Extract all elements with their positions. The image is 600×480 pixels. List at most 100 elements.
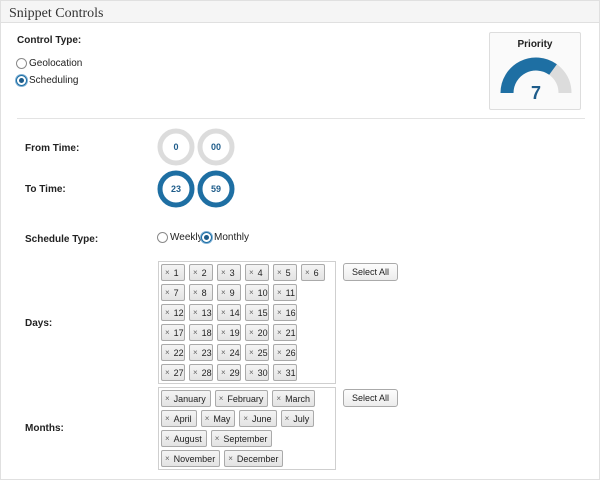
- days-chip[interactable]: × 20: [245, 324, 269, 341]
- days-select-all-button[interactable]: Select All: [343, 263, 399, 281]
- days-chip[interactable]: × 10: [245, 284, 269, 301]
- remove-icon[interactable]: ×: [277, 288, 282, 297]
- remove-icon[interactable]: ×: [249, 268, 254, 277]
- remove-icon[interactable]: ×: [193, 308, 198, 317]
- remove-icon[interactable]: ×: [165, 434, 170, 443]
- days-chip[interactable]: × 23: [189, 344, 213, 361]
- days-chip[interactable]: × 14: [217, 304, 241, 321]
- remove-icon[interactable]: ×: [249, 328, 254, 337]
- days-chip[interactable]: × 13: [189, 304, 213, 321]
- remove-icon[interactable]: ×: [165, 288, 170, 297]
- remove-icon[interactable]: ×: [165, 394, 170, 403]
- months-chip[interactable]: × August: [161, 430, 207, 447]
- geolocation-radio[interactable]: [16, 58, 27, 69]
- remove-icon[interactable]: ×: [277, 348, 282, 357]
- remove-icon[interactable]: ×: [221, 308, 226, 317]
- months-chip[interactable]: × June: [239, 410, 277, 427]
- remove-icon[interactable]: ×: [221, 328, 226, 337]
- months-chip[interactable]: × November: [161, 450, 221, 467]
- months-chip[interactable]: × September: [210, 430, 273, 447]
- remove-icon[interactable]: ×: [243, 414, 248, 423]
- days-chip[interactable]: × 3: [217, 264, 241, 281]
- remove-icon[interactable]: ×: [193, 288, 198, 297]
- months-chip[interactable]: × February: [214, 390, 269, 407]
- days-chip[interactable]: × 18: [189, 324, 213, 341]
- days-chip[interactable]: × 29: [217, 364, 241, 381]
- schedule-type-monthly[interactable]: Monthly: [201, 232, 249, 243]
- days-chip[interactable]: × 24: [217, 344, 241, 361]
- remove-icon[interactable]: ×: [228, 454, 233, 463]
- remove-icon[interactable]: ×: [221, 368, 226, 377]
- from-hour-dial[interactable]: 0: [157, 128, 195, 166]
- days-chip[interactable]: × 15: [245, 304, 269, 321]
- months-select-all-button[interactable]: Select All: [343, 389, 399, 407]
- remove-icon[interactable]: ×: [165, 368, 170, 377]
- remove-icon[interactable]: ×: [221, 348, 226, 357]
- days-chip[interactable]: × 19: [217, 324, 241, 341]
- remove-icon[interactable]: ×: [193, 368, 198, 377]
- control-type-scheduling[interactable]: Scheduling: [16, 75, 78, 86]
- from-minute-dial[interactable]: 00: [197, 128, 235, 166]
- priority-gauge[interactable]: 7: [490, 33, 582, 111]
- schedule-type-weekly[interactable]: Weekly: [157, 232, 203, 243]
- remove-icon[interactable]: ×: [165, 268, 170, 277]
- days-chip[interactable]: × 8: [189, 284, 213, 301]
- remove-icon[interactable]: ×: [277, 268, 282, 277]
- to-minute-dial[interactable]: 59: [197, 170, 235, 208]
- days-chip[interactable]: × 1: [161, 264, 185, 281]
- remove-icon[interactable]: ×: [215, 434, 220, 443]
- remove-icon[interactable]: ×: [285, 414, 290, 423]
- remove-icon[interactable]: ×: [276, 394, 281, 403]
- days-chip[interactable]: × 16: [273, 304, 297, 321]
- remove-icon[interactable]: ×: [165, 328, 170, 337]
- days-chip[interactable]: × 9: [217, 284, 241, 301]
- months-chip[interactable]: × April: [161, 410, 197, 427]
- remove-icon[interactable]: ×: [277, 328, 282, 337]
- remove-icon[interactable]: ×: [249, 308, 254, 317]
- months-chip[interactable]: × March: [272, 390, 316, 407]
- remove-icon[interactable]: ×: [221, 268, 226, 277]
- days-chip[interactable]: × 4: [245, 264, 269, 281]
- remove-icon[interactable]: ×: [165, 454, 170, 463]
- months-chip[interactable]: × July: [280, 410, 315, 427]
- remove-icon[interactable]: ×: [205, 414, 210, 423]
- days-chip[interactable]: × 17: [161, 324, 185, 341]
- control-type-geolocation[interactable]: Geolocation: [16, 58, 82, 69]
- weekly-radio[interactable]: [157, 232, 168, 243]
- days-chip[interactable]: × 25: [245, 344, 269, 361]
- days-chip[interactable]: × 7: [161, 284, 185, 301]
- months-chip[interactable]: × January: [161, 390, 211, 407]
- remove-icon[interactable]: ×: [277, 308, 282, 317]
- remove-icon[interactable]: ×: [249, 288, 254, 297]
- to-hour-dial[interactable]: 23: [157, 170, 195, 208]
- monthly-radio[interactable]: [201, 232, 212, 243]
- days-chip[interactable]: × 6: [301, 264, 325, 281]
- remove-icon[interactable]: ×: [165, 308, 170, 317]
- days-chip[interactable]: × 26: [273, 344, 297, 361]
- months-select[interactable]: × January × February × March × April × May × June × J…: [158, 387, 336, 470]
- days-chip[interactable]: × 28: [189, 364, 213, 381]
- months-chip[interactable]: × May: [200, 410, 236, 427]
- days-select[interactable]: × 1 × 2 × 3 × 4 × 5 × 6 × 7 × 8 × 9 × 10 × 11 × 12 × 13 × 14 × 15 × 16 ×…: [158, 261, 336, 384]
- days-chip[interactable]: × 22: [161, 344, 185, 361]
- remove-icon[interactable]: ×: [165, 348, 170, 357]
- remove-icon[interactable]: ×: [193, 268, 198, 277]
- remove-icon[interactable]: ×: [219, 394, 224, 403]
- days-chip[interactable]: × 21: [273, 324, 297, 341]
- remove-icon[interactable]: ×: [249, 348, 254, 357]
- days-chip[interactable]: × 2: [189, 264, 213, 281]
- remove-icon[interactable]: ×: [221, 288, 226, 297]
- scheduling-radio[interactable]: [16, 75, 27, 86]
- remove-icon[interactable]: ×: [249, 368, 254, 377]
- remove-icon[interactable]: ×: [165, 414, 170, 423]
- months-chip[interactable]: × December: [224, 450, 284, 467]
- days-chip[interactable]: × 11: [273, 284, 297, 301]
- remove-icon[interactable]: ×: [277, 368, 282, 377]
- days-chip[interactable]: × 12: [161, 304, 185, 321]
- remove-icon[interactable]: ×: [193, 348, 198, 357]
- days-chip[interactable]: × 30: [245, 364, 269, 381]
- remove-icon[interactable]: ×: [305, 268, 310, 277]
- days-chip[interactable]: × 27: [161, 364, 185, 381]
- remove-icon[interactable]: ×: [193, 328, 198, 337]
- days-chip[interactable]: × 5: [273, 264, 297, 281]
